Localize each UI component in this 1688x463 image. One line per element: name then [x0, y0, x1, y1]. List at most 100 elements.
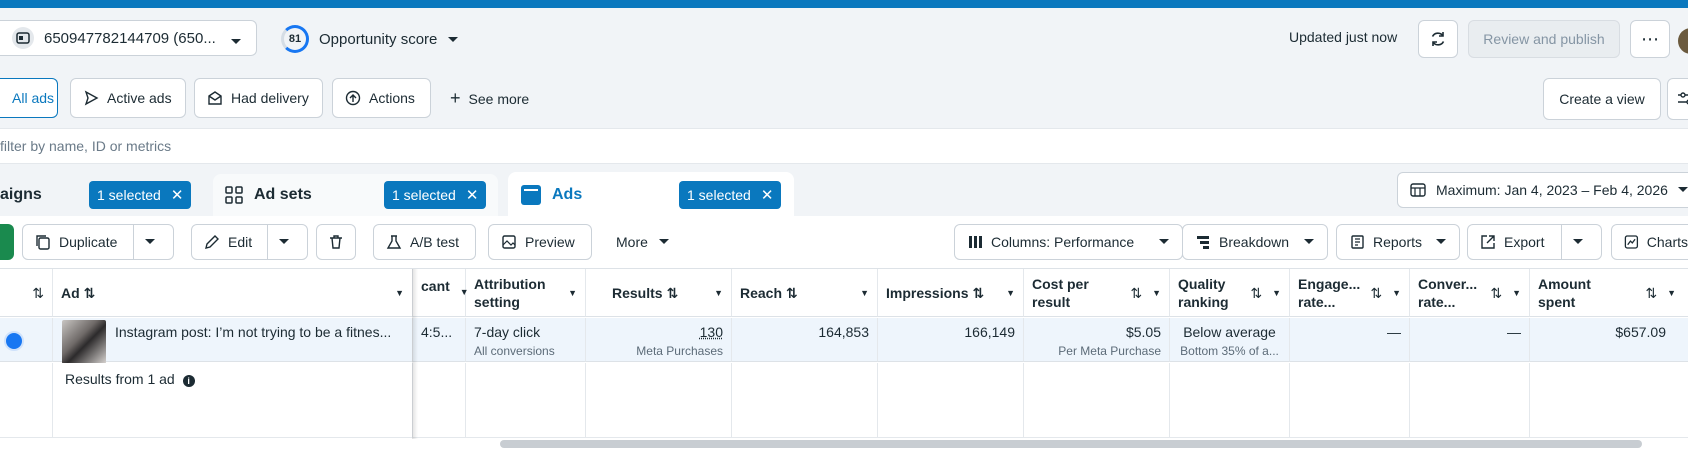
chevron-down-icon[interactable]: ▼ — [1512, 284, 1521, 302]
summary-cell: Results from 1 ad i — [53, 363, 413, 438]
more-dropdown[interactable]: More — [604, 224, 688, 260]
ad-sets-selected-badge[interactable]: 1 selected ✕ — [384, 181, 487, 209]
see-more-button[interactable]: + See more — [450, 88, 529, 109]
badge-label: 1 selected — [392, 187, 456, 203]
top-accent-bar — [0, 0, 1688, 8]
sort-icon[interactable]: ⇅ — [667, 284, 679, 302]
tab-ad-sets[interactable]: Ad sets 1 selected ✕ — [213, 174, 498, 216]
chip-all-ads[interactable]: All ads — [0, 78, 58, 118]
close-icon[interactable]: ✕ — [171, 186, 184, 204]
sort-icon[interactable]: ⇅ — [84, 284, 96, 302]
chevron-down-icon — [144, 239, 155, 244]
tab-ads[interactable]: Ads 1 selected ✕ — [508, 172, 794, 218]
horizontal-scrollbar[interactable] — [500, 440, 1642, 448]
account-label: 650947782144709 (650... — [44, 29, 216, 47]
create-view-button[interactable]: Create a view — [1543, 78, 1661, 120]
close-icon[interactable]: ✕ — [466, 186, 479, 204]
chevron-down-icon[interactable]: ▼ — [1667, 284, 1676, 302]
engagement-cell: — — [1290, 318, 1410, 362]
column-header-attribution[interactable]: Attribution setting ▼ — [466, 269, 586, 317]
column-header-label: Cost per result — [1032, 275, 1089, 310]
sort-icon[interactable]: ⇅ — [1645, 284, 1657, 302]
ad-name[interactable]: Instagram post: I’m not trying to be a f… — [115, 324, 391, 340]
sort-icon[interactable]: ⇅ — [32, 284, 44, 302]
more-label: More — [616, 234, 648, 250]
column-header-conversion[interactable]: Conver... rate... ⇅ ▼ — [1410, 269, 1530, 317]
column-header-amount-spent[interactable]: Amount spent ⇅ ▼ — [1530, 269, 1688, 317]
filter-settings-button[interactable] — [1667, 78, 1688, 120]
column-header-cost-per-result[interactable]: Cost per result ⇅ ▼ — [1024, 269, 1170, 317]
frozen-column-shadow — [412, 269, 418, 439]
chevron-down-icon[interactable]: ▼ — [714, 284, 723, 302]
tab-campaigns[interactable]: aigns 1 selected ✕ — [0, 174, 204, 216]
column-header-label: Amount spent — [1538, 275, 1591, 310]
ads-selected-badge[interactable]: 1 selected ✕ — [679, 181, 782, 209]
avatar[interactable] — [1678, 28, 1688, 54]
chevron-down-icon[interactable]: ▼ — [1006, 284, 1015, 302]
sort-icon[interactable]: ⇅ — [1490, 284, 1502, 302]
column-header-results[interactable]: Results ⇅ ▼ — [586, 269, 732, 317]
charts-button[interactable]: Charts — [1611, 224, 1688, 260]
chevron-down-icon[interactable]: ▼ — [1392, 284, 1401, 302]
chip-had-delivery[interactable]: Had delivery — [194, 78, 323, 118]
ad-name-cell[interactable]: Instagram post: I’m not trying to be a f… — [53, 318, 413, 362]
chevron-down-icon — [278, 239, 289, 244]
empty-cell — [466, 363, 586, 438]
column-header-ad[interactable]: Ad ⇅ ▼ — [53, 269, 413, 317]
tab-ad-sets-label: Ad sets — [254, 186, 312, 203]
more-options-button[interactable]: ⋯ — [1630, 20, 1670, 58]
chevron-down-icon[interactable]: ▼ — [395, 284, 404, 302]
chevron-down-icon[interactable]: ▼ — [568, 284, 577, 302]
review-and-publish-button[interactable]: Review and publish — [1468, 20, 1620, 58]
results-value[interactable]: 130 — [594, 324, 723, 340]
campaigns-selected-badge[interactable]: 1 selected ✕ — [89, 181, 192, 209]
search-input[interactable] — [0, 129, 900, 163]
sort-icon[interactable]: ⇅ — [1370, 284, 1382, 302]
chevron-down-icon[interactable]: ▼ — [1152, 284, 1161, 302]
sort-icon[interactable]: ⇅ — [1250, 284, 1262, 302]
info-icon[interactable]: i — [182, 375, 195, 387]
sort-icon[interactable]: ⇅ — [972, 284, 984, 302]
copy-icon — [36, 235, 50, 250]
export-dropdown[interactable] — [1561, 225, 1601, 259]
row-toggle[interactable] — [4, 331, 24, 351]
attribution-cell: 7-day click All conversions — [466, 318, 586, 362]
empty-cell — [1530, 363, 1688, 438]
preview-button[interactable]: Preview — [488, 224, 592, 260]
edit-button[interactable]: Edit — [191, 224, 308, 260]
empty-cell — [1290, 363, 1410, 438]
column-header-engagement[interactable]: Engage... rate... ⇅ ▼ — [1290, 269, 1410, 317]
column-header-impressions[interactable]: Impressions ⇅ ▼ — [878, 269, 1024, 317]
opportunity-score-button[interactable]: 81 Opportunity score — [281, 25, 459, 53]
column-header-cant[interactable]: cant ▼ — [413, 269, 469, 317]
ab-test-button[interactable]: A/B test — [373, 224, 476, 260]
reports-dropdown[interactable]: Reports — [1336, 224, 1460, 260]
duplicate-button[interactable]: Duplicate — [22, 224, 174, 260]
column-header-quality-ranking[interactable]: Quality ranking ⇅ ▼ — [1170, 269, 1290, 317]
chip-actions[interactable]: Actions — [332, 78, 431, 118]
chevron-down-icon — [447, 31, 459, 47]
export-button[interactable]: Export — [1467, 224, 1602, 260]
account-selector[interactable]: 650947782144709 (650... — [0, 20, 257, 56]
refresh-button[interactable] — [1418, 20, 1458, 58]
column-header-reach[interactable]: Reach ⇅ ▼ — [732, 269, 878, 317]
select-column-header[interactable]: ⇅ — [0, 269, 53, 317]
close-icon[interactable]: ✕ — [761, 186, 774, 204]
edit-dropdown[interactable] — [267, 225, 307, 259]
chevron-down-icon[interactable]: ▼ — [1272, 284, 1281, 302]
sort-icon[interactable]: ⇅ — [1130, 284, 1142, 302]
breakdown-dropdown[interactable]: Breakdown — [1182, 224, 1328, 260]
delete-button[interactable] — [316, 224, 356, 260]
sort-icon[interactable]: ⇅ — [786, 284, 798, 302]
create-button[interactable] — [0, 224, 14, 260]
columns-dropdown[interactable]: Columns: Performance — [954, 224, 1183, 260]
date-range-picker[interactable]: Maximum: Jan 4, 2023 – Feb 4, 2026 — [1397, 172, 1688, 208]
chip-active-ads[interactable]: Active ads — [70, 78, 186, 118]
edit-label: Edit — [228, 234, 253, 250]
chevron-down-icon — [1304, 239, 1314, 244]
duplicate-dropdown[interactable] — [133, 225, 173, 259]
chevron-down-icon[interactable]: ▼ — [860, 284, 869, 302]
chip-label: Active ads — [107, 90, 172, 106]
duplicate-label: Duplicate — [59, 234, 118, 250]
reach-value: 164,853 — [818, 324, 869, 340]
